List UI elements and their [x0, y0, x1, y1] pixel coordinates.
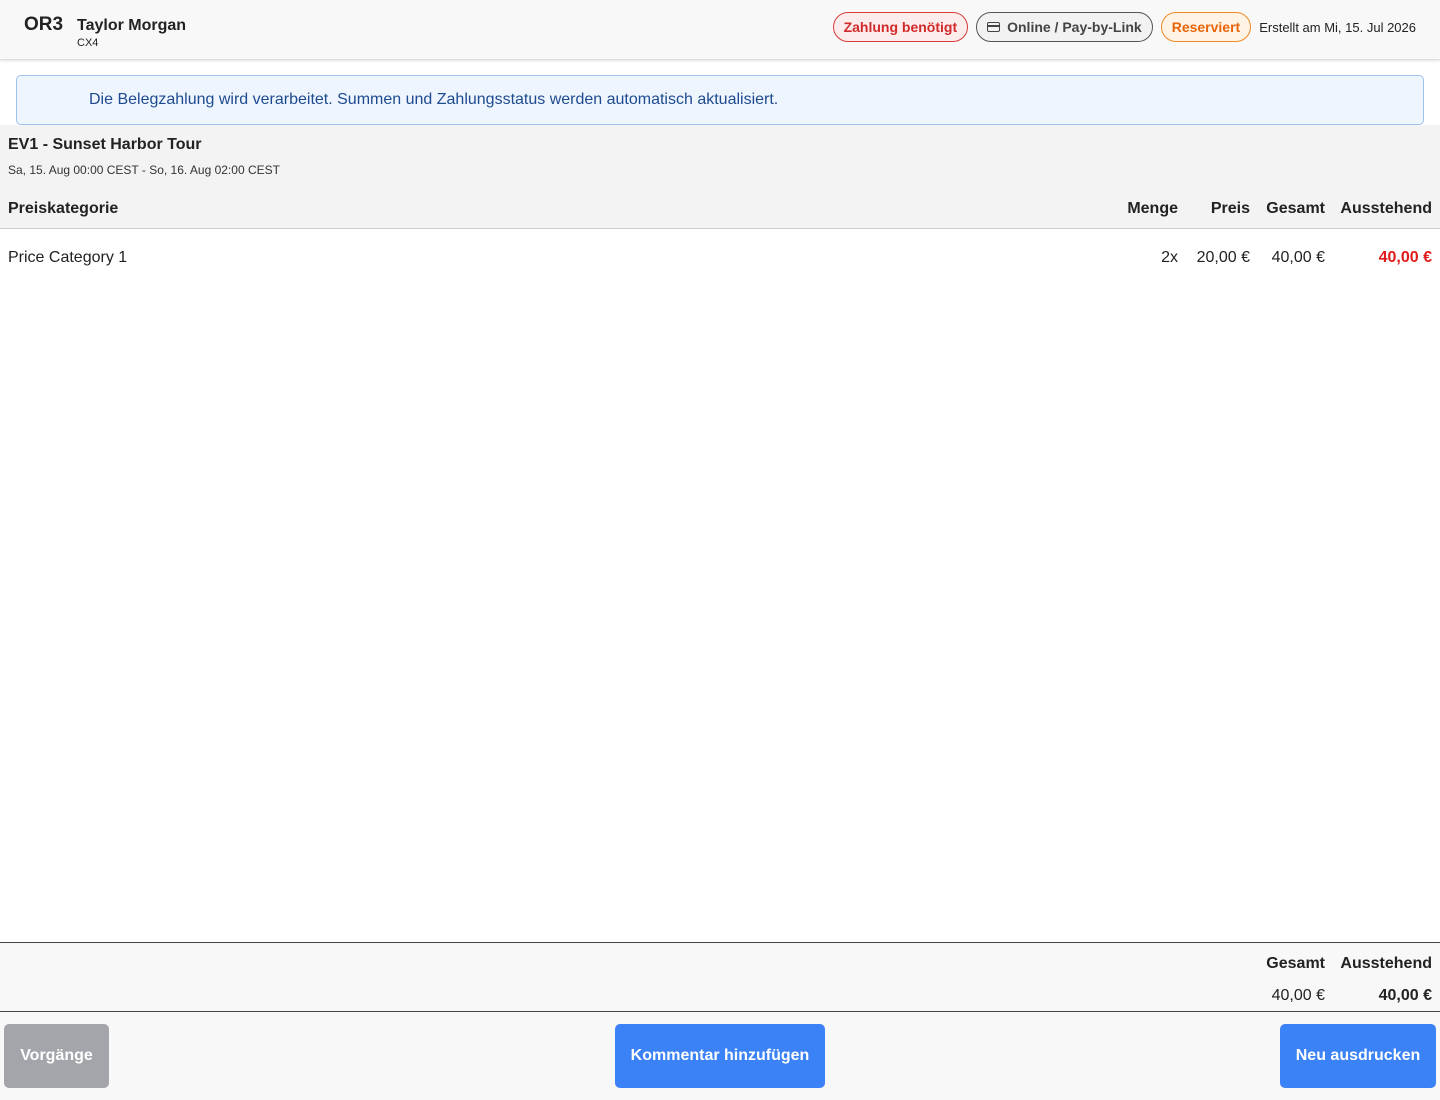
totals-outstanding-label: Ausstehend [1340, 955, 1432, 972]
event-section: EV1 - Sunset Harbor Tour Sa, 15. Aug 00:… [0, 125, 1440, 229]
row-quantity: 2x [1161, 249, 1178, 266]
reprint-button[interactable]: Neu ausdrucken [1280, 1024, 1436, 1088]
column-header-quantity: Menge [1127, 200, 1178, 217]
column-header-category: Preiskategorie [8, 200, 119, 217]
history-button[interactable]: Vorgänge [4, 1024, 109, 1088]
payment-method-badge: Online / Pay-by-Link [976, 12, 1153, 42]
totals-section: Gesamt Ausstehend 40,00 € 40,00 € [0, 942, 1440, 1012]
column-header-price: Preis [1210, 200, 1250, 217]
order-id: OR3 [24, 14, 64, 35]
info-banner-text: Die Belegzahlung wird verarbeitet. Summe… [89, 91, 779, 108]
customer-id: CX4 [77, 37, 99, 49]
payment-required-badge: Zahlung benötigt [832, 12, 969, 42]
add-comment-button[interactable]: Kommentar hinzufügen [615, 1024, 825, 1088]
reserved-badge: Reserviert [1160, 12, 1252, 42]
payment-required-label: Zahlung benötigt [843, 19, 958, 35]
row-price: 20,00 € [1196, 249, 1250, 266]
order-header: OR3 Taylor Morgan CX4 Zahlung benötigt O… [0, 0, 1440, 60]
totals-total-label: Gesamt [1266, 955, 1325, 972]
created-date: Erstellt am Mi, 15. Jul 2026 [1259, 19, 1416, 35]
action-footer: Vorgänge Kommentar hinzufügen Neu ausdru… [0, 1012, 1440, 1100]
customer-name[interactable]: Taylor Morgan [77, 17, 186, 35]
reserved-label: Reserviert [1171, 19, 1241, 35]
info-banner: Die Belegzahlung wird verarbeitet. Summe… [16, 75, 1424, 125]
payment-method-label: Online / Pay-by-Link [1007, 19, 1142, 35]
row-outstanding: 40,00 € [1378, 249, 1432, 266]
status-badges: Zahlung benötigt Online / Pay-by-Link Re… [832, 12, 1416, 42]
column-header-total: Gesamt [1266, 200, 1325, 217]
event-title: EV1 - Sunset Harbor Tour [8, 136, 202, 153]
totals-total-value: 40,00 € [1271, 987, 1325, 1004]
row-category: Price Category 1 [8, 249, 128, 266]
column-header-outstanding: Ausstehend [1340, 200, 1432, 217]
row-total: 40,00 € [1271, 249, 1325, 266]
event-date: Sa, 15. Aug 00:00 CEST - So, 16. Aug 02:… [8, 163, 280, 177]
credit-card-icon [987, 22, 1001, 32]
totals-outstanding-value: 40,00 € [1378, 987, 1432, 1004]
